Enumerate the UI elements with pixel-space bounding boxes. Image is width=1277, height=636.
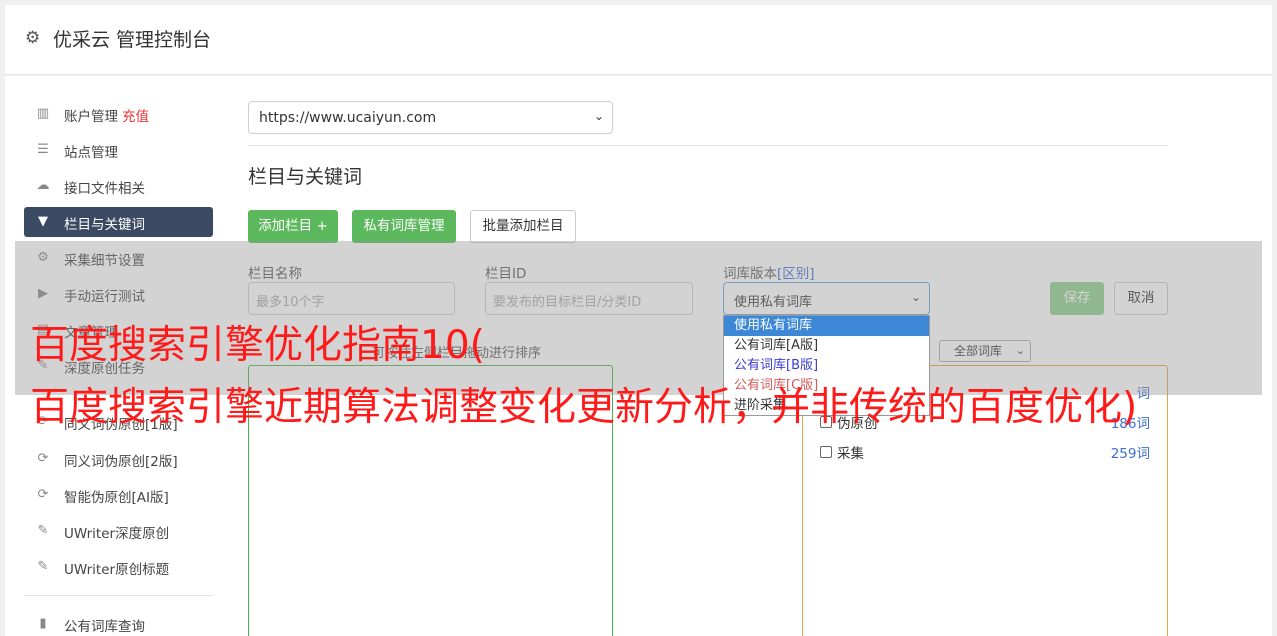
top-bar: ⚙ 优采云 管理控制台 (5, 5, 1272, 75)
cloud-upload-icon: ☁ (36, 178, 50, 193)
sidebar-item-sites[interactable]: ☰ 站点管理 (24, 135, 213, 165)
sidebar-item-columns-keywords[interactable]: ▼ 栏目与关键词 (24, 207, 213, 237)
sidebar-item-label: 账户管理 (64, 109, 118, 125)
sidebar-item-public-lib[interactable]: ▮ 公有词库查询 (24, 609, 213, 636)
dropdown-option[interactable]: 使用私有词库 (724, 316, 929, 336)
headline-line-2: 百度搜索引擎近期算法调整变化更新分析，并非传统的百度优化) (30, 385, 1138, 430)
dropdown-option[interactable]: 公有词库[A版] (724, 336, 929, 356)
section-title: 栏目与关键词 (248, 166, 363, 188)
sidebar-item-interface-files[interactable]: ☁ 接口文件相关 (24, 171, 213, 201)
site-select-value: https://www.ucaiyun.com (259, 110, 437, 126)
sidebar-item-label: 智能伪原创[AI版] (64, 490, 169, 506)
headline-line-1: 百度搜索引擎优化指南10( (30, 323, 485, 368)
private-library-button[interactable]: 私有词库管理 (352, 210, 456, 243)
sidebar-item-label: UWriter原创标题 (64, 562, 170, 578)
sidebar-divider (24, 595, 213, 596)
sidebar-item-label: 接口文件相关 (64, 181, 145, 197)
sidebar-item-label: 公有词库查询 (64, 619, 145, 635)
library-row: 采集 259词 (820, 442, 1150, 462)
book-icon: ▮ (39, 616, 47, 631)
sidebar-item-label: 站点管理 (64, 145, 118, 161)
overlay-band (15, 241, 1262, 395)
gear-icon: ⚙ (25, 28, 41, 48)
refresh-icon: ⟳ (37, 451, 49, 466)
sidebar-item-synonym-v2[interactable]: ⟳ 同义词伪原创[2版] (24, 444, 213, 474)
sidebar-item-ai-rewrite[interactable]: ⟳ 智能伪原创[AI版] (24, 480, 213, 510)
sidebar-item-label: 同义词伪原创[2版] (64, 454, 178, 470)
edit-icon: ✎ (37, 559, 49, 574)
server-icon: ☰ (37, 142, 49, 157)
sidebar-item-uwriter-title[interactable]: ✎ UWriter原创标题 (24, 552, 213, 582)
filter-icon: ▼ (38, 214, 48, 229)
sidebar-item-account[interactable]: ▥ 账户管理 充值 (24, 99, 213, 129)
sidebar-item-label: UWriter深度原创 (64, 526, 170, 542)
edit-icon: ✎ (37, 523, 49, 538)
sidebar-item-uwriter-deep[interactable]: ✎ UWriter深度原创 (24, 516, 213, 546)
sidebar-item-label: 栏目与关键词 (64, 217, 145, 233)
add-column-button[interactable]: 添加栏目 + (248, 210, 338, 243)
recharge-link[interactable]: 充值 (122, 109, 149, 125)
dropdown-option[interactable]: 公有词库[B版] (724, 356, 929, 376)
divider (248, 145, 1168, 146)
batch-add-button[interactable]: 批量添加栏目 (470, 210, 576, 243)
site-select[interactable]: https://www.ucaiyun.com ⌄ (248, 101, 613, 134)
library-checkbox[interactable] (820, 446, 832, 458)
refresh-icon: ⟳ (37, 487, 49, 502)
app-title: 优采云 管理控制台 (53, 29, 212, 51)
bar-chart-icon: ▥ (36, 106, 50, 121)
chevron-down-icon: ⌄ (593, 109, 604, 123)
